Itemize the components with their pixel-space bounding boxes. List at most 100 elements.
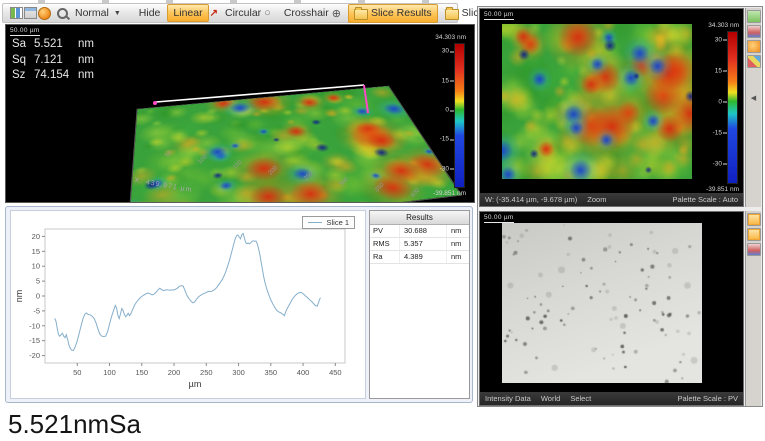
main-toolbar: Normal ▼ Hide Linear ↗ Circular○ Crossha… xyxy=(2,3,458,23)
map-side-toolbar: ◀ xyxy=(745,8,761,207)
slice-profile-chart[interactable]: 50100150200250300350400450-20-15-10-5051… xyxy=(13,219,353,391)
linear-slice-button[interactable]: Linear xyxy=(167,4,208,22)
results-table-panel: Results PV30.688nm RMS5.357nm Ra4.389nm xyxy=(369,210,470,399)
slice-results-window: 50100150200250300350400450-20-15-10-5051… xyxy=(5,206,473,403)
zoom-mode-button[interactable]: Zoom xyxy=(587,195,606,204)
colorbar-max-label: 34.303 nm xyxy=(435,34,466,41)
intensity-canvas[interactable] xyxy=(502,223,702,383)
zoom-tool-icon[interactable] xyxy=(57,7,68,20)
stat-sa: Sa5.521nm xyxy=(12,37,94,53)
svg-text:400: 400 xyxy=(297,368,310,377)
magnifier-icon xyxy=(57,8,68,19)
app-window: { "colors": { "accent_orange": "#f8b43e"… xyxy=(0,0,765,441)
height-map-window: 50.00 µm 34.303 nm 30150-15-30 -39.851 n… xyxy=(479,8,761,207)
svg-text:10: 10 xyxy=(32,262,40,271)
data-type-button[interactable]: Intensity Data xyxy=(485,394,531,403)
palette-scale-button[interactable]: Palette Scale : Auto xyxy=(673,195,738,204)
legend-line-swatch xyxy=(308,222,322,223)
red-arrow-icon: ↗ xyxy=(210,8,218,19)
svg-text:20: 20 xyxy=(32,232,40,241)
chart-legend[interactable]: Slice 1 xyxy=(302,216,355,229)
colorbar-min-label: -39.851 nm xyxy=(433,190,466,197)
crosshair-icon: ⊕ xyxy=(332,7,341,20)
measure-tool-icon[interactable] xyxy=(747,243,761,256)
intensity-status-bar: Intensity Data World Select Palette Scal… xyxy=(480,392,743,405)
coordinate-space-button[interactable]: World xyxy=(541,394,560,403)
svg-text:-10: -10 xyxy=(29,321,40,330)
surface-3d-panel[interactable]: 50.00 µm Sa5.521nm Sq7.121nm Sz74.154nm … xyxy=(5,24,475,203)
colorbar-gradient[interactable] xyxy=(727,31,738,184)
surface-3d-view[interactable] xyxy=(131,24,431,203)
grid-icon xyxy=(10,7,23,19)
table-row: RMS5.357nm xyxy=(370,238,469,251)
circular-slice-button[interactable]: Circular○ xyxy=(219,4,277,22)
height-map-canvas[interactable] xyxy=(502,24,692,179)
colormap-icon[interactable] xyxy=(747,55,761,68)
palette-scale-button[interactable]: Palette Scale : PV xyxy=(678,394,738,403)
view-mode-dropdown[interactable]: Normal ▼ xyxy=(69,4,127,22)
intensity-window: 50.00 µm Intensity Data World Select Pal… xyxy=(479,211,761,406)
svg-text:300: 300 xyxy=(232,368,245,377)
collapse-arrow-icon[interactable]: ◀ xyxy=(751,94,756,102)
orange-circle-icon xyxy=(38,7,51,20)
svg-text:15: 15 xyxy=(32,247,40,256)
layers-icon[interactable] xyxy=(747,25,761,38)
svg-text:µm: µm xyxy=(189,379,202,389)
ruler-icon[interactable] xyxy=(747,10,761,23)
svg-text:-5: -5 xyxy=(33,306,40,315)
layout-split-icon[interactable] xyxy=(24,7,37,20)
palette-icon[interactable] xyxy=(38,7,51,20)
colorbar-min-label: -39.851 nm xyxy=(706,186,739,193)
scale-bar-label: 50.00 µm xyxy=(484,214,514,223)
layout-grid-icon[interactable] xyxy=(10,7,23,20)
intensity-view[interactable]: 50.00 µm Intensity Data World Select Pal… xyxy=(479,211,744,406)
palette-icon[interactable] xyxy=(747,40,761,53)
cursor-coordinates: W: (-35.414 µm, -9.678 µm) xyxy=(485,195,577,204)
table-row: PV30.688nm xyxy=(370,225,469,238)
sa-readout: 5.521nmSa xyxy=(8,409,141,440)
chevron-down-icon: ▼ xyxy=(114,10,121,17)
colorbar-max-label: 34.303 nm xyxy=(708,22,739,29)
svg-text:5: 5 xyxy=(36,277,40,286)
colorbar-gradient[interactable] xyxy=(454,43,465,188)
tool-select-button[interactable]: Select xyxy=(570,394,591,403)
folder-icon xyxy=(445,9,459,20)
svg-text:450: 450 xyxy=(329,368,342,377)
split-view-icon xyxy=(24,7,37,19)
slice-profile-chart-panel[interactable]: 50100150200250300350400450-20-15-10-5051… xyxy=(10,210,366,399)
height-colorbar[interactable]: 34.303 nm 30150-15-30 -39.851 nm xyxy=(414,43,466,188)
table-row: Ra4.389nm xyxy=(370,251,469,264)
stat-sz: Sz74.154nm xyxy=(12,68,94,84)
svg-text:50: 50 xyxy=(73,368,81,377)
slice-results-button[interactable]: Slice Results xyxy=(348,4,438,23)
stat-sq: Sq7.121nm xyxy=(12,53,94,69)
height-map-view[interactable]: 50.00 µm 34.303 nm 30150-15-30 -39.851 n… xyxy=(479,8,744,207)
circle-icon: ○ xyxy=(264,7,271,19)
slice-direction-icon[interactable]: ↗ xyxy=(210,7,218,20)
svg-text:150: 150 xyxy=(136,368,149,377)
colorbar-ticks: 30150-15-30 xyxy=(701,31,727,184)
map-status-bar: W: (-35.414 µm, -9.678 µm) Zoom Palette … xyxy=(480,193,743,206)
hide-button[interactable]: Hide xyxy=(133,4,167,22)
select-tool-icon[interactable] xyxy=(747,228,761,241)
crosshair-button[interactable]: Crosshair⊕ xyxy=(278,4,347,23)
view-mode-label: Normal xyxy=(75,7,109,19)
height-colorbar[interactable]: 34.303 nm 30150-15-30 -39.851 nm xyxy=(687,31,739,184)
intensity-side-toolbar xyxy=(745,211,761,406)
results-table-title: Results xyxy=(370,211,469,225)
pan-tool-icon[interactable] xyxy=(747,213,761,226)
legend-label: Slice 1 xyxy=(326,218,349,227)
svg-text:350: 350 xyxy=(265,368,278,377)
surface-stats: Sa5.521nm Sq7.121nm Sz74.154nm xyxy=(12,37,94,84)
svg-text:nm: nm xyxy=(14,290,24,303)
svg-text:-15: -15 xyxy=(29,336,40,345)
folder-icon xyxy=(354,9,368,20)
svg-text:100: 100 xyxy=(103,368,116,377)
svg-text:250: 250 xyxy=(200,368,213,377)
right-panel-column: 50.00 µm 34.303 nm 30150-15-30 -39.851 n… xyxy=(477,6,763,407)
svg-text:-20: -20 xyxy=(29,351,40,360)
svg-text:0: 0 xyxy=(36,292,40,301)
colorbar-ticks: 30150-15-30 xyxy=(428,43,454,188)
scale-bar-label: 50.00 µm xyxy=(484,11,514,20)
scale-bar-label: 50.00 µm xyxy=(10,27,40,36)
